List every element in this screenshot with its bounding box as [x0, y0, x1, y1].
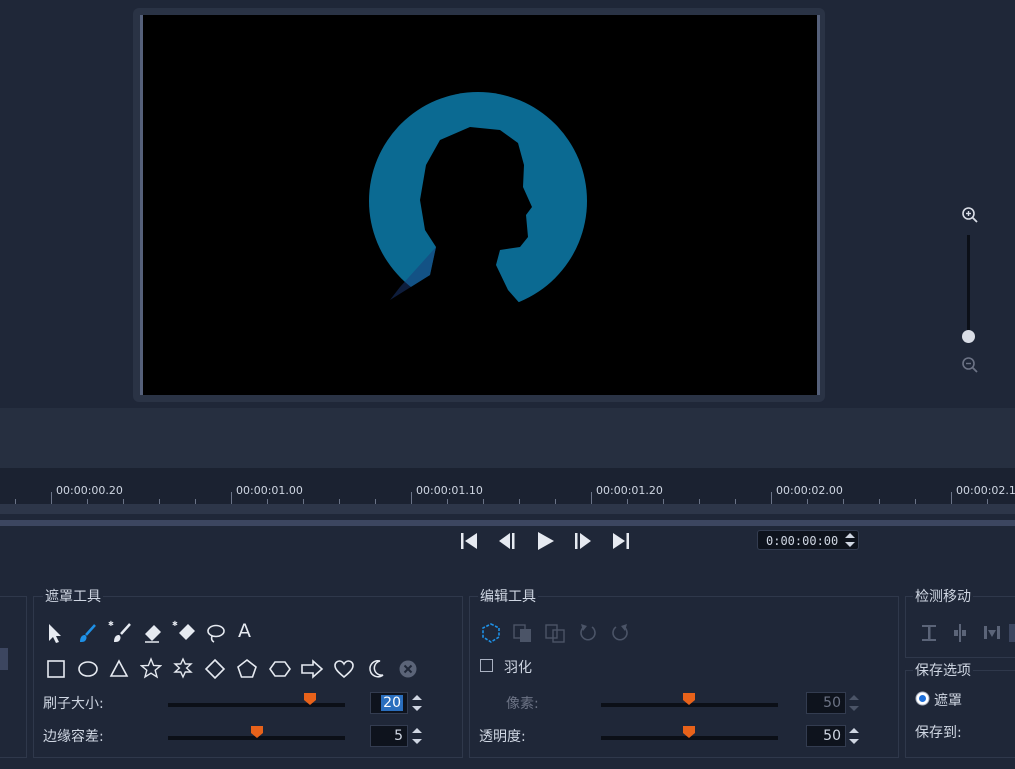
diamond-shape-icon[interactable] [204, 658, 226, 680]
edit-lasso-icon[interactable] [480, 622, 502, 644]
edge-tolerance-slider-thumb[interactable] [250, 725, 264, 739]
copy-icon [512, 622, 534, 644]
brush-size-value: 20 [381, 695, 403, 711]
left-panel-fragment [0, 596, 27, 758]
smart-eraser-icon[interactable]: ✱ [172, 618, 195, 640]
eraser-icon[interactable] [141, 622, 163, 644]
star-shape-icon[interactable] [140, 657, 162, 679]
save-options-panel [905, 670, 1015, 758]
track-split-icon [949, 622, 971, 644]
transparency-spinner-icon[interactable] [847, 725, 861, 747]
ruler-tick [771, 492, 772, 504]
edge-tolerance-spinner-icon[interactable] [410, 725, 424, 747]
ruler-tick [231, 492, 232, 504]
heart-shape-icon[interactable] [333, 658, 355, 680]
transparency-input[interactable]: 50 [806, 725, 846, 747]
brush-size-label: 刷子大小: [43, 696, 104, 712]
edge-tolerance-input[interactable]: 5 [370, 725, 408, 747]
zoom-out-icon[interactable] [961, 356, 979, 374]
brush-size-slider[interactable] [168, 703, 345, 707]
zoom-slider[interactable] [967, 235, 970, 339]
transparency-slider-thumb[interactable] [682, 725, 696, 739]
motion-detect-title: 检测移动 [913, 586, 973, 606]
timeline-track[interactable] [0, 504, 1015, 514]
pixels-slider-thumb[interactable] [682, 692, 696, 706]
pixels-input: 50 [806, 692, 846, 714]
ruler-label: 00:00:01.10 [416, 484, 483, 497]
next-frame-button[interactable] [572, 530, 594, 552]
clear-shape-icon[interactable] [397, 658, 419, 680]
transparency-label: 透明度: [479, 729, 526, 745]
left-panel-spinner-icon[interactable] [0, 648, 8, 670]
previous-frame-button[interactable] [496, 530, 518, 552]
svg-text:✱: ✱ [108, 620, 114, 628]
zoom-in-icon[interactable] [961, 206, 979, 224]
select-arrow-icon[interactable] [44, 622, 66, 644]
preview-footer-band [0, 408, 1015, 468]
hexagon-shape-icon[interactable] [269, 658, 291, 680]
preview-edge-left [140, 15, 143, 395]
rectangle-shape-icon[interactable] [45, 658, 67, 680]
ruler-tick [411, 492, 412, 504]
redo-icon [609, 622, 631, 644]
timecode-spinner-icon[interactable] [844, 531, 856, 549]
mask-tools-title: 遮罩工具 [43, 586, 103, 606]
silhouette-image [369, 92, 587, 345]
lasso-icon[interactable] [205, 622, 227, 644]
moon-shape-icon[interactable] [366, 658, 388, 680]
ruler-label: 00:00:02.00 [776, 484, 843, 497]
ellipse-shape-icon[interactable] [77, 658, 99, 680]
undo-icon [577, 622, 599, 644]
timeline-ruler[interactable]: 00:00:00.20 00:00:01.00 00:00:01.10 00:0… [0, 468, 1015, 504]
ruler-label: 00:00:01.00 [236, 484, 303, 497]
ruler-label: 00:00:01.20 [596, 484, 663, 497]
brush-icon[interactable] [76, 622, 98, 644]
six-point-star-icon[interactable] [172, 657, 194, 679]
ruler-tick [51, 492, 52, 504]
track-text-icon [918, 622, 940, 644]
preview-video[interactable] [140, 15, 820, 395]
mask-option-label: 遮罩 [934, 693, 962, 709]
pixels-spinner-icon [847, 692, 861, 714]
mask-radio[interactable] [915, 691, 930, 706]
ruler-label: 00:00:02.10 [956, 484, 1015, 497]
pixels-label: 像素: [506, 696, 539, 712]
triangle-shape-icon[interactable] [108, 658, 130, 680]
pixels-value: 50 [823, 695, 841, 711]
ruler-tick [951, 492, 952, 504]
brush-size-input[interactable]: 20 [370, 692, 408, 714]
feather-checkbox[interactable] [480, 659, 493, 672]
go-to-end-button[interactable] [610, 530, 632, 552]
brush-size-slider-thumb[interactable] [303, 692, 317, 706]
preview-edge-right [817, 15, 820, 395]
text-tool-icon[interactable]: A [238, 620, 260, 642]
zoom-slider-handle[interactable] [962, 330, 975, 343]
pentagon-shape-icon[interactable] [236, 658, 258, 680]
feather-label: 羽化 [504, 660, 532, 676]
go-to-start-button[interactable] [458, 530, 480, 552]
save-to-label: 保存到: [915, 725, 962, 741]
brush-size-spinner-icon[interactable] [410, 692, 424, 714]
track-keyframe-icon [981, 622, 1003, 644]
edge-tolerance-value: 5 [394, 728, 403, 744]
save-options-title: 保存选项 [913, 660, 973, 680]
play-button[interactable] [534, 530, 556, 552]
ruler-label: 00:00:00.20 [56, 484, 123, 497]
transparency-value: 50 [823, 728, 841, 744]
smart-brush-icon[interactable]: ✱ [108, 618, 131, 642]
ruler-tick [591, 492, 592, 504]
timecode-value: 0:00:00:00 [766, 534, 839, 548]
svg-text:✱: ✱ [172, 620, 178, 628]
edge-tolerance-label: 边缘容差: [43, 729, 104, 745]
timeline-scrollbar[interactable] [0, 520, 1015, 526]
paste-icon [544, 622, 566, 644]
edit-tools-title: 编辑工具 [478, 586, 538, 606]
arrow-shape-icon[interactable] [300, 658, 324, 680]
track-more-icon [1009, 624, 1015, 642]
